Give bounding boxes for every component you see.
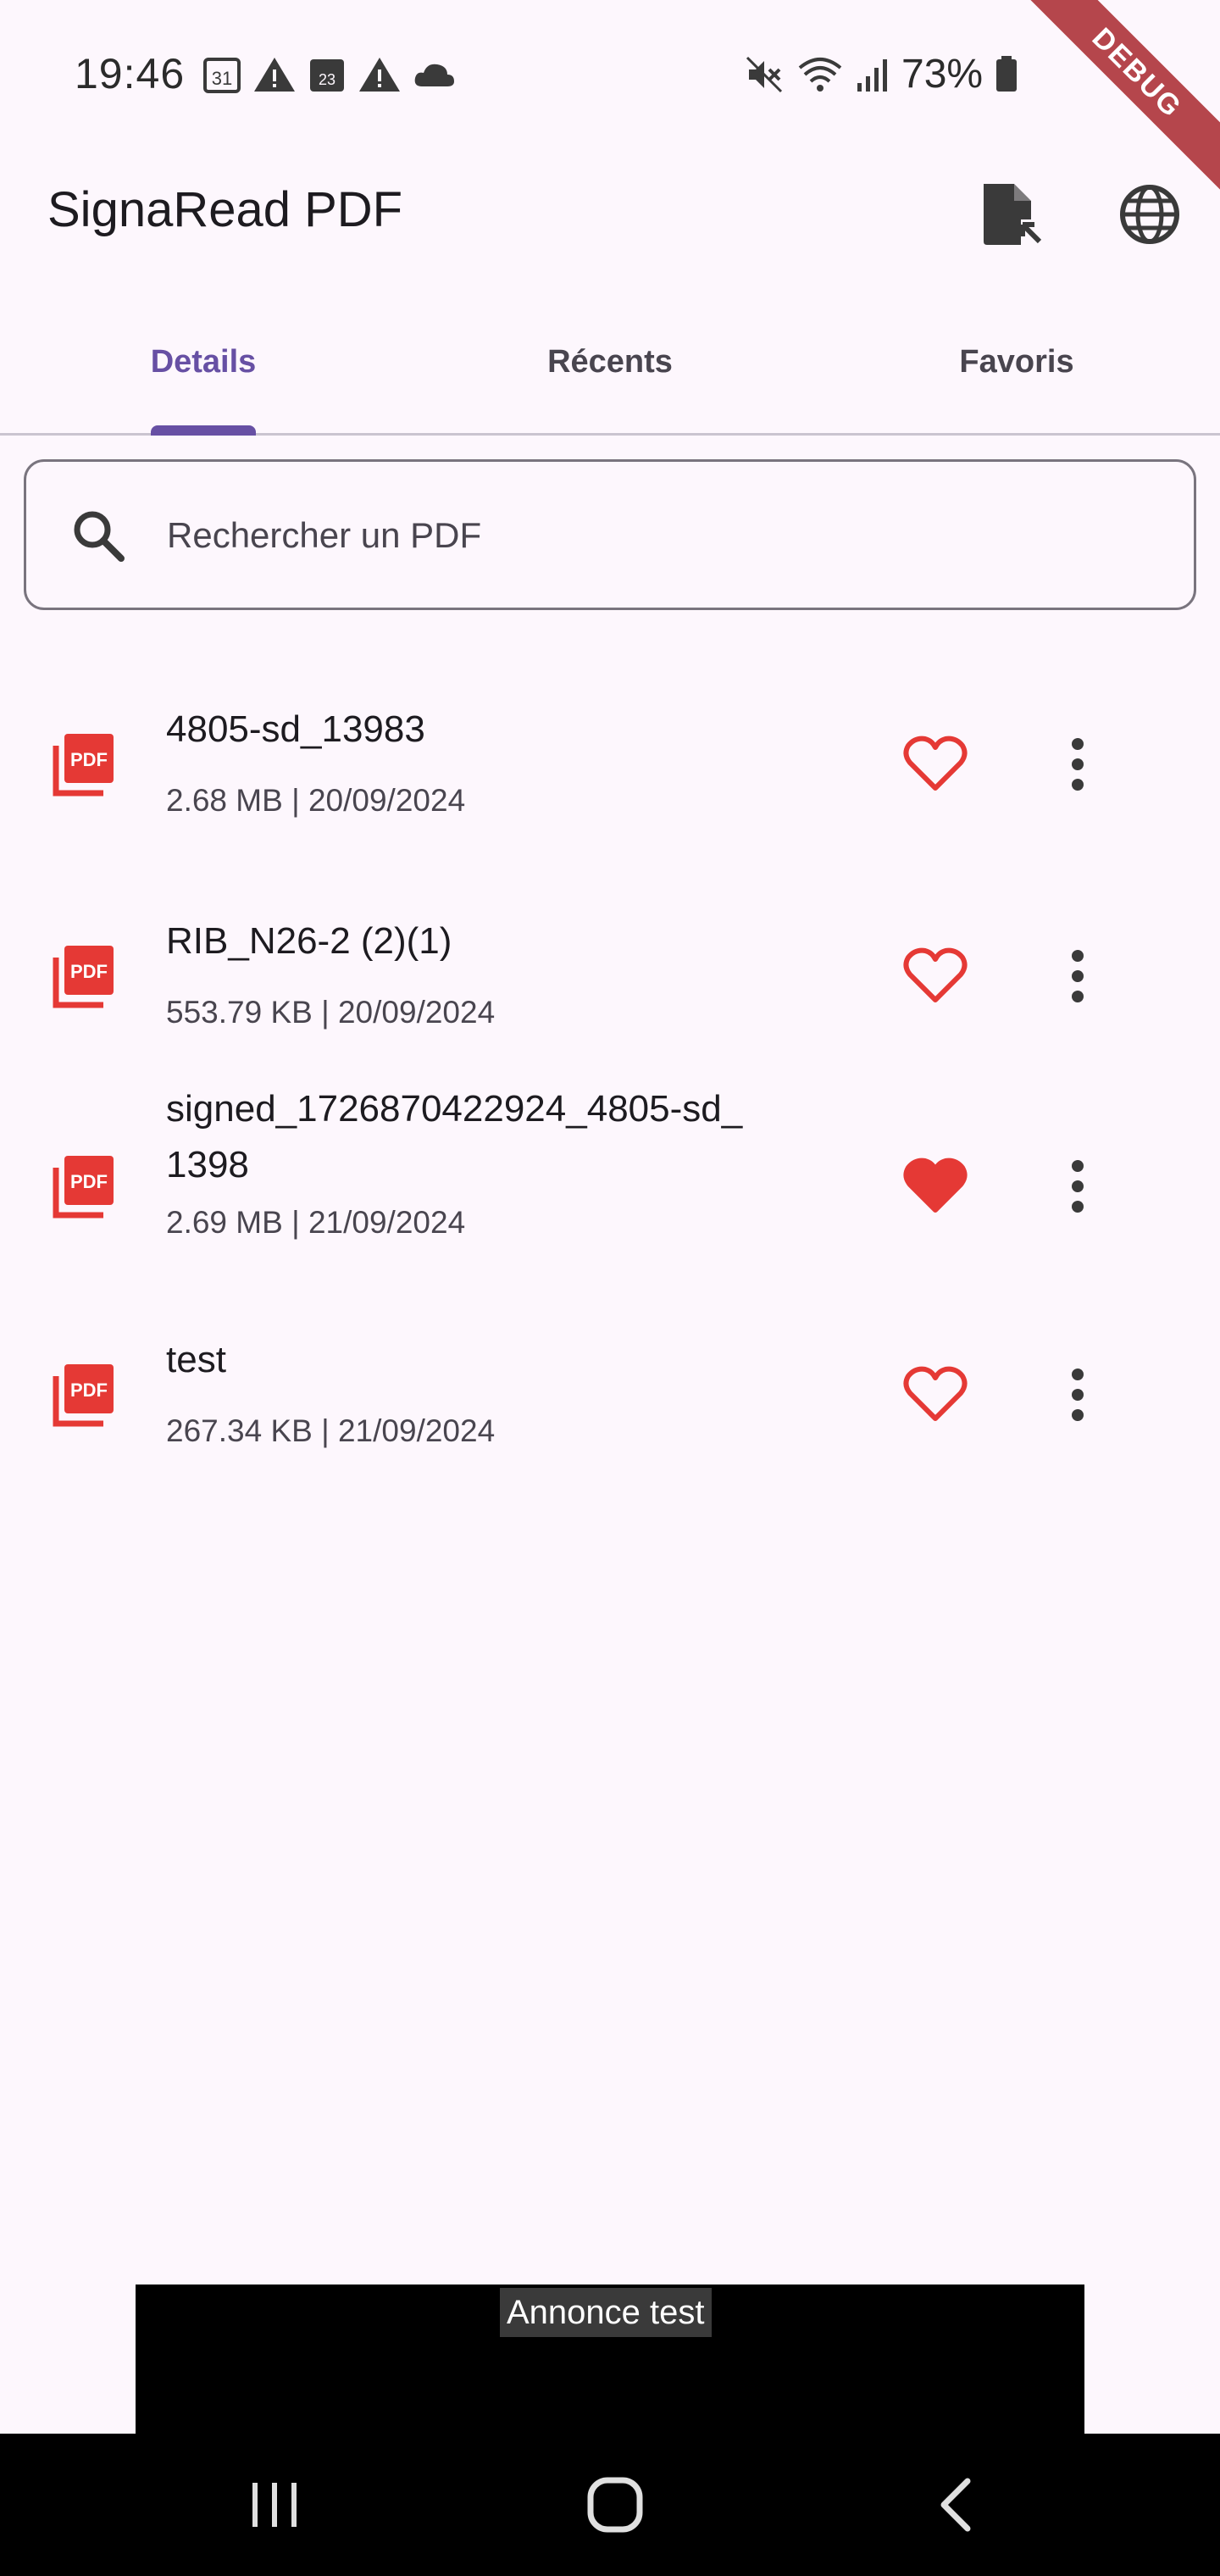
- recent-apps-icon: [252, 2483, 297, 2527]
- favorite-button[interactable]: [898, 939, 973, 1013]
- file-name: RIB_N26-2 (2)(1): [166, 920, 452, 962]
- back-button[interactable]: [905, 2471, 1006, 2539]
- tab-indicator: [151, 425, 256, 436]
- recent-apps-button[interactable]: [224, 2471, 325, 2539]
- calendar-date-text: 31: [212, 68, 232, 89]
- language-globe-icon: [1120, 185, 1179, 244]
- open-file-icon: [984, 184, 1042, 245]
- signal-icon: [857, 58, 887, 92]
- mute-icon: [746, 56, 783, 92]
- more-vertical-icon: [1072, 1368, 1084, 1421]
- status-time: 19:46: [75, 50, 186, 97]
- ad-label: Annonce test: [500, 2288, 712, 2337]
- status-bar: 19:46 31 23 73% DEBUG: [0, 0, 1220, 204]
- cloud-icon: [414, 64, 454, 86]
- pdf-file-icon: PDF: [53, 1364, 114, 1427]
- open-file-button[interactable]: [973, 176, 1049, 253]
- home-icon: [587, 2477, 643, 2533]
- file-meta: 267.34 KB | 21/09/2024: [166, 1413, 496, 1448]
- file-meta: 553.79 KB | 20/09/2024: [166, 995, 496, 1030]
- file-name: 4805-sd_13983: [166, 708, 425, 750]
- calendar-filled-icon: 23: [310, 59, 344, 92]
- more-options-button[interactable]: [1040, 727, 1115, 802]
- system-icons: 73%: [744, 51, 1018, 97]
- search-input[interactable]: [167, 506, 1141, 565]
- heart-outline-icon: [903, 1366, 968, 1421]
- warning-icon: [254, 58, 295, 92]
- file-meta: 2.69 MB | 21/09/2024: [166, 1205, 466, 1240]
- heart-filled-icon: [903, 1158, 968, 1213]
- tab-favoris[interactable]: Favoris: [813, 314, 1220, 436]
- calendar-small-date-text: 23: [319, 71, 336, 88]
- file-meta: 2.68 MB | 20/09/2024: [166, 783, 466, 818]
- tab-details[interactable]: Details: [0, 314, 407, 436]
- file-list-item[interactable]: PDF RIB_N26-2 (2)(1) 553.79 KB | 20/09/2…: [0, 891, 1220, 1103]
- home-button[interactable]: [564, 2471, 666, 2539]
- tab-label: Récents: [547, 344, 673, 380]
- more-options-button[interactable]: [1040, 939, 1115, 1013]
- more-options-button[interactable]: [1040, 1149, 1115, 1224]
- search-icon: [74, 511, 125, 562]
- svg-text:PDF: PDF: [70, 1380, 108, 1401]
- tab-recents[interactable]: Récents: [407, 314, 813, 436]
- file-list-item[interactable]: PDF test 267.34 KB | 21/09/2024: [0, 1313, 1220, 1525]
- favorite-button[interactable]: [898, 1357, 973, 1432]
- favorite-button[interactable]: [898, 1149, 973, 1224]
- tab-label: Favoris: [959, 344, 1074, 380]
- more-options-button[interactable]: [1040, 1357, 1115, 1432]
- file-list-item[interactable]: PDF 4805-sd_13983 2.68 MB | 20/09/2024: [0, 678, 1220, 890]
- more-vertical-icon: [1072, 1160, 1084, 1213]
- language-button[interactable]: [1112, 176, 1188, 253]
- more-vertical-icon: [1072, 738, 1084, 791]
- notification-icons: 31 23: [202, 54, 456, 95]
- more-vertical-icon: [1072, 950, 1084, 1002]
- heart-outline-icon: [903, 947, 968, 1002]
- svg-text:PDF: PDF: [70, 1171, 108, 1192]
- pdf-file-icon: PDF: [53, 946, 114, 1008]
- app-bar: SignaRead PDF: [0, 153, 1220, 271]
- system-navigation-bar: [0, 2434, 1220, 2576]
- app-title: SignaRead PDF: [47, 182, 403, 237]
- tab-label: Details: [150, 344, 257, 380]
- tab-bar: Details Récents Favoris: [0, 314, 1220, 436]
- heart-outline-icon: [903, 736, 968, 791]
- battery-percentage: 73%: [901, 52, 984, 97]
- file-name: signed_1726870422924_4805-sd_1398: [166, 1088, 743, 1185]
- file-name: test: [166, 1339, 226, 1380]
- search-box[interactable]: [24, 459, 1196, 610]
- pdf-file-icon: PDF: [53, 734, 114, 797]
- wifi-icon: [798, 57, 842, 92]
- favorite-button[interactable]: [898, 727, 973, 802]
- ad-banner[interactable]: Annonce test: [136, 2285, 1084, 2434]
- back-icon: [940, 2478, 971, 2532]
- pdf-file-icon: PDF: [53, 1156, 114, 1219]
- file-list-item[interactable]: PDF signed_1726870422924_4805-sd_1398 2.…: [0, 1088, 1220, 1315]
- warning-icon: [359, 58, 400, 92]
- battery-icon: [996, 55, 1018, 92]
- calendar-icon: 31: [203, 58, 241, 93]
- svg-text:PDF: PDF: [70, 749, 108, 770]
- svg-text:PDF: PDF: [70, 961, 108, 982]
